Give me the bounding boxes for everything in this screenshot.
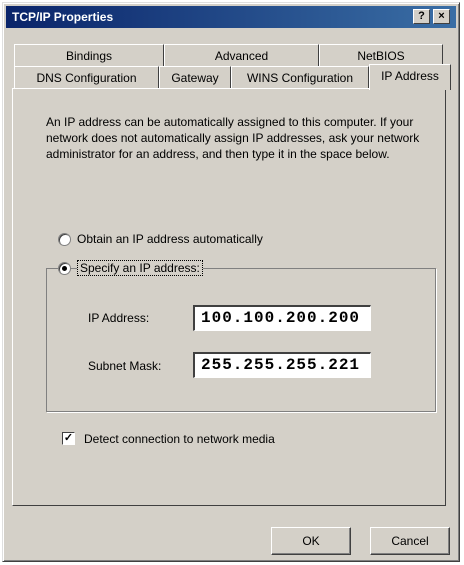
tab-bindings[interactable]: Bindings (14, 44, 164, 66)
window-title: TCP/IP Properties (12, 10, 114, 24)
help-icon: ? (418, 10, 425, 22)
tab-label: IP Address (381, 69, 439, 83)
tab-label: DNS Configuration (36, 71, 137, 85)
tab-netbios[interactable]: NetBIOS (319, 44, 443, 66)
tab-label: Gateway (171, 71, 219, 85)
close-icon: × (438, 10, 445, 22)
tab-ip-address[interactable]: IP Address (369, 64, 451, 90)
tab-wins-configuration[interactable]: WINS Configuration (231, 66, 369, 88)
tab-dns-configuration[interactable]: DNS Configuration (14, 66, 159, 88)
tab-label: Advanced (214, 49, 269, 63)
help-button[interactable]: ? (413, 9, 430, 24)
ok-button[interactable]: OK (271, 527, 351, 555)
close-button[interactable]: × (433, 9, 450, 24)
radio-specify-label: Specify an IP address: (77, 260, 203, 276)
title-bar[interactable]: TCP/IP Properties ? × (6, 6, 456, 28)
tab-label: Bindings (65, 49, 113, 63)
tab-label: WINS Configuration (246, 71, 354, 85)
tab-gateway[interactable]: Gateway (159, 66, 231, 88)
specify-ip-option[interactable]: Specify an IP address: (58, 260, 203, 276)
radio-checked[interactable] (58, 261, 71, 275)
tab-advanced[interactable]: Advanced (164, 44, 319, 66)
tab-label: NetBIOS (357, 49, 405, 63)
tab-panel (12, 88, 446, 506)
cancel-button[interactable]: Cancel (370, 527, 450, 555)
